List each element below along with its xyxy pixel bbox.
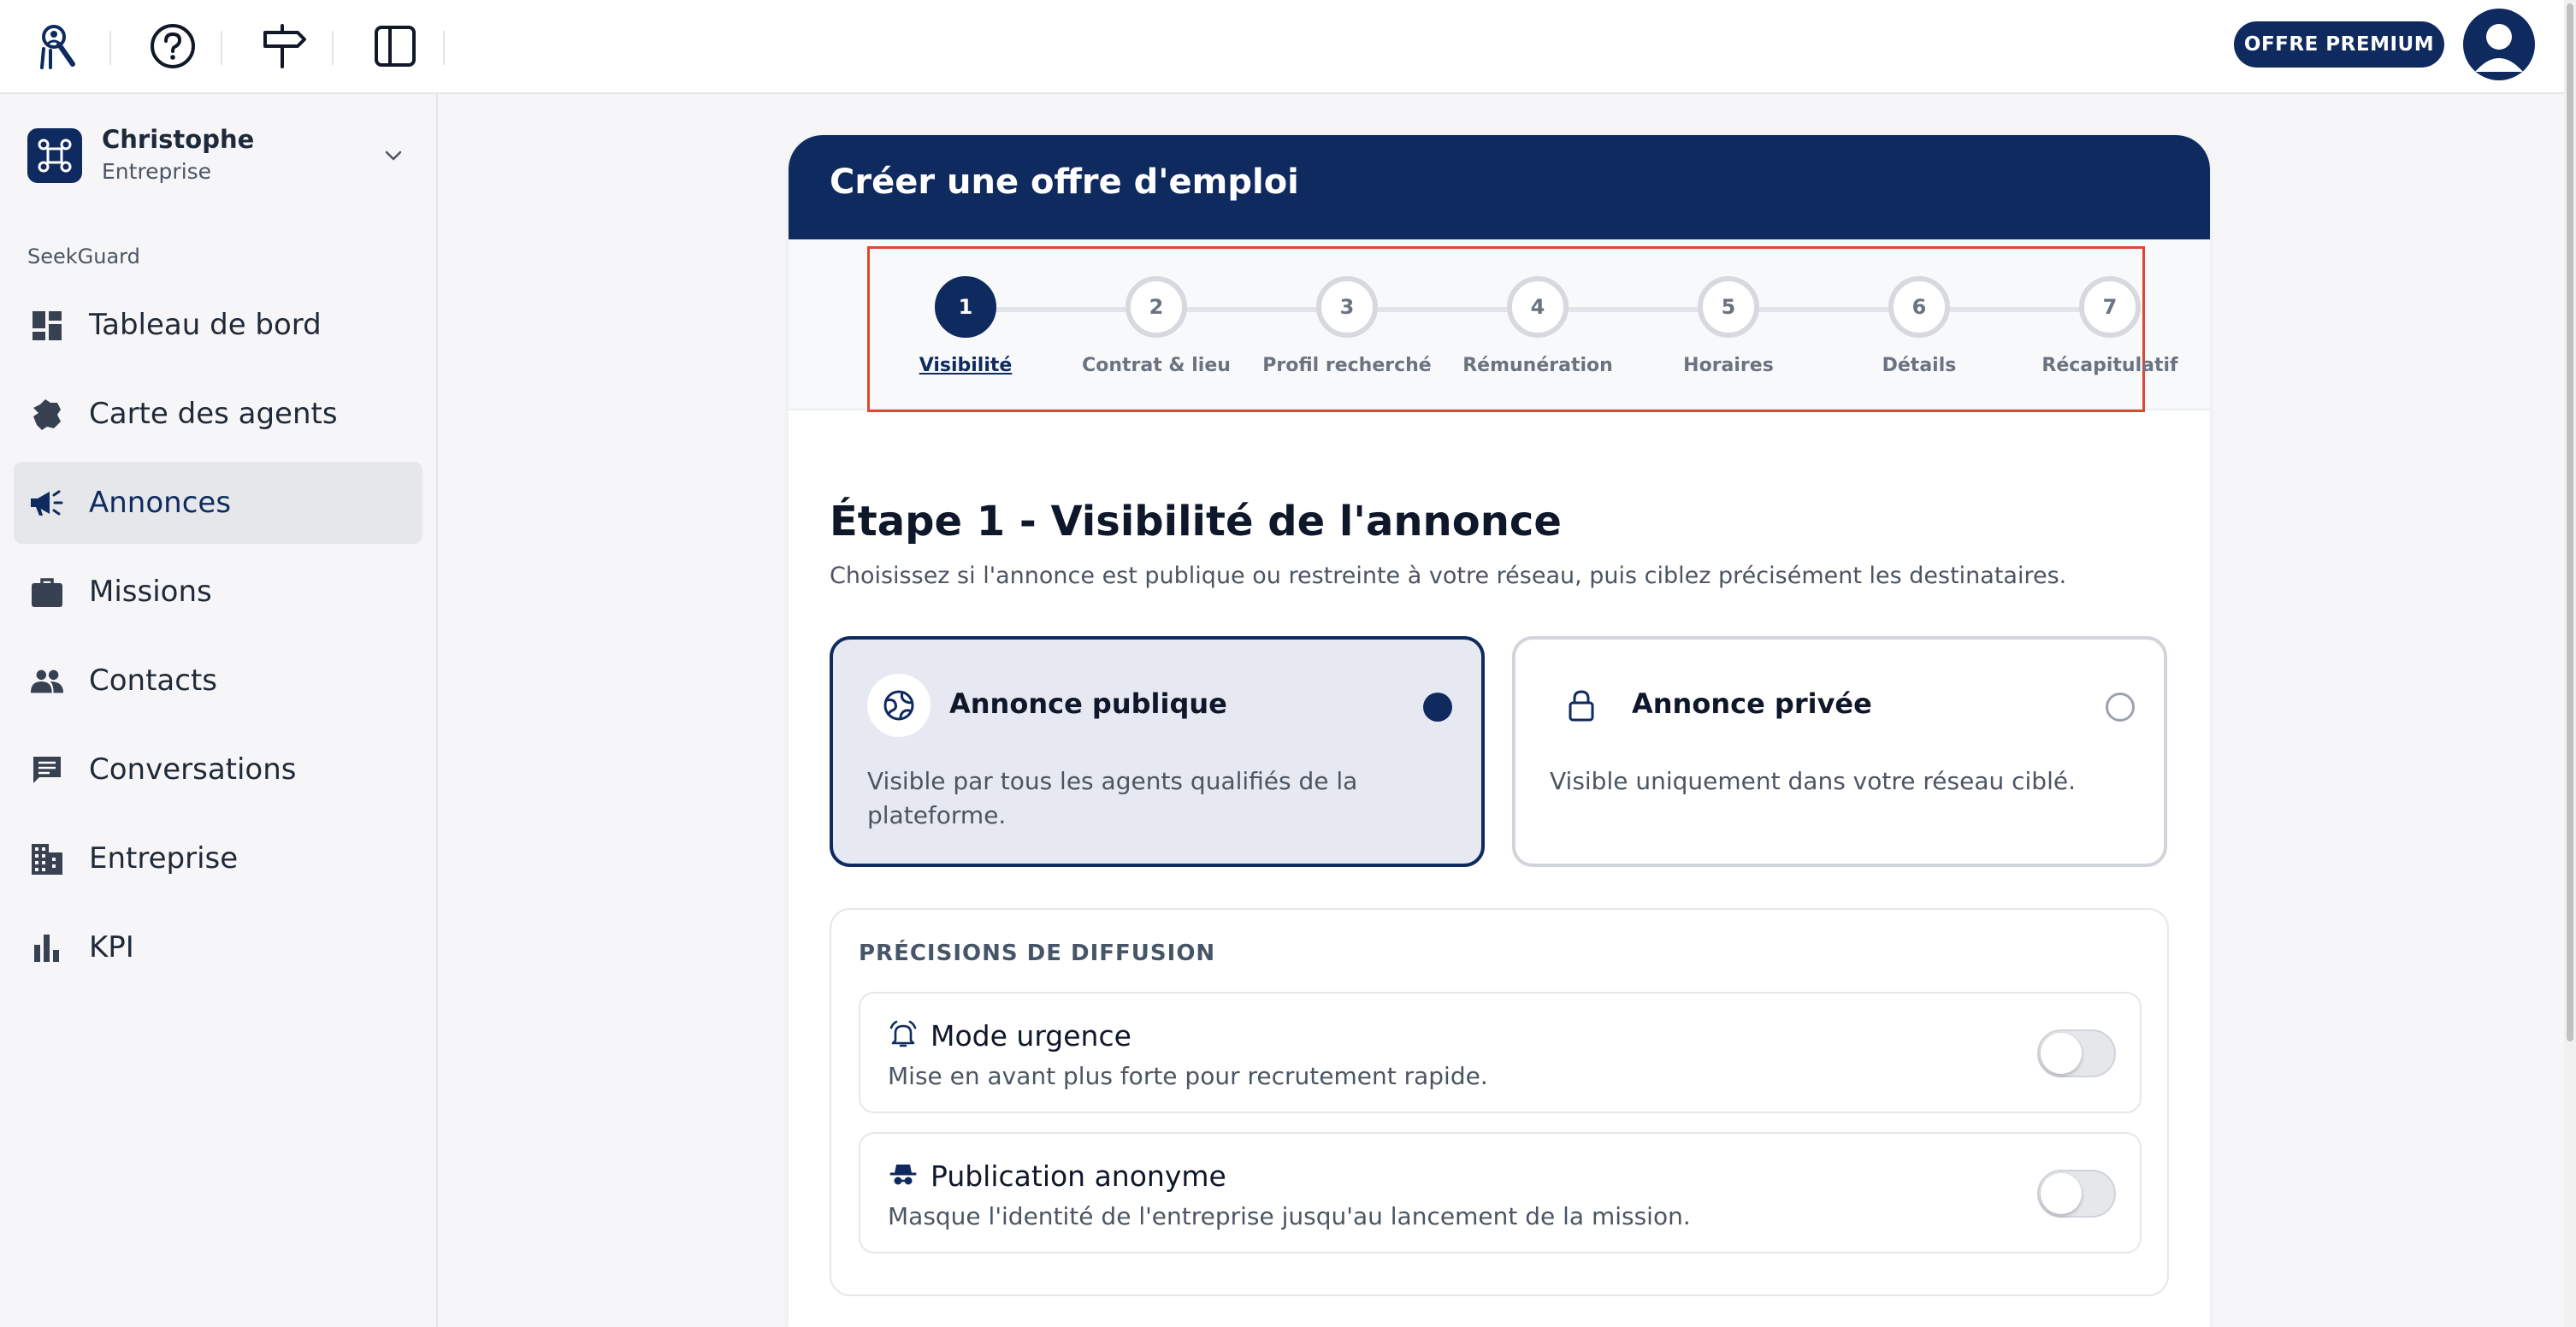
step-label: Contrat & lieu <box>1082 355 1231 376</box>
step-label: Détails <box>1882 355 1957 376</box>
anonymous-publication-setting: Publication anonyme Masque l'identité de… <box>859 1132 2142 1253</box>
step-title: Étape 1 - Visibilité de l'annonce <box>830 498 1562 546</box>
france-map-icon <box>29 397 65 433</box>
step-number: 7 <box>2079 276 2141 338</box>
urgent-mode-setting: Mode urgence Mise en avant plus forte po… <box>859 992 2142 1113</box>
step-details[interactable]: 6 Détails <box>1823 249 2015 411</box>
sidebar-item-label: Missions <box>89 575 212 609</box>
step-number: 5 <box>1698 276 1759 338</box>
step-compensation[interactable]: 4 Rémunération <box>1442 249 1634 411</box>
job-offer-form: Créer une offre d'emploi 1 Visibilité 2 … <box>789 135 2210 1327</box>
step-label: Profil recherché <box>1262 355 1432 376</box>
sidebar-toggle-icon[interactable] <box>364 15 426 77</box>
urgent-mode-toggle[interactable] <box>2037 1029 2116 1077</box>
sidebar-item-company[interactable]: Entreprise <box>14 817 422 899</box>
building-icon <box>29 841 65 877</box>
toolbar-separator <box>221 31 222 65</box>
sidebar-item-conversations[interactable]: Conversations <box>14 728 422 811</box>
step-contract-location[interactable]: 2 Contrat & lieu <box>1061 249 1252 411</box>
setting-title: Publication anonyme <box>931 1159 1226 1193</box>
step-visibility[interactable]: 1 Visibilité <box>870 249 1061 411</box>
setting-description: Masque l'identité de l'entreprise jusqu'… <box>888 1202 1691 1230</box>
agent-logo-icon[interactable] <box>31 15 92 77</box>
step-label: Horaires <box>1683 355 1774 376</box>
lock-icon <box>1550 674 1613 737</box>
anonymous-publication-toggle[interactable] <box>2037 1170 2116 1218</box>
alarm-bell-icon <box>888 1019 919 1050</box>
toolbar-separator <box>443 31 445 65</box>
globe-icon <box>867 674 931 737</box>
people-icon <box>29 664 65 699</box>
radio-unselected[interactable] <box>2106 693 2135 722</box>
step-number: 4 <box>1507 276 1569 338</box>
toggle-knob <box>2041 1033 2082 1074</box>
account-name: Christophe <box>102 125 255 154</box>
sidebar-item-kpi[interactable]: KPI <box>14 906 422 988</box>
page-scrollbar[interactable] <box>2564 0 2576 1327</box>
stepper-highlight: 1 Visibilité 2 Contrat & lieu 3 Profil r… <box>867 246 2178 412</box>
toolbar-separator <box>332 31 334 65</box>
sidebar-item-label: Annonces <box>89 486 232 520</box>
toolbar-separator <box>109 31 111 65</box>
step-number: 3 <box>1316 276 1378 338</box>
step-description: Choisissez si l'annonce est publique ou … <box>830 563 2067 589</box>
account-type: Entreprise <box>102 159 212 184</box>
top-bar: OFFRE PREMIUM <box>0 0 2576 94</box>
option-description: Visible par tous les agents qualifiés de… <box>867 767 1358 829</box>
setting-title: Mode urgence <box>931 1019 1131 1053</box>
section-title: PRÉCISIONS DE DIFFUSION <box>859 941 1216 966</box>
option-title: Annonce privée <box>1632 687 1872 720</box>
page-title: Créer une offre d'emploi <box>830 162 1299 202</box>
option-title: Annonce publique <box>949 687 1227 720</box>
step-number: 2 <box>1126 276 1187 338</box>
public-announcement-option[interactable]: Annonce publique Visible par tous les ag… <box>830 636 1485 867</box>
sidebar-item-announcements[interactable]: Annonces <box>14 462 422 544</box>
step-label: Rémunération <box>1462 355 1613 376</box>
megaphone-icon <box>29 486 65 522</box>
step-summary[interactable]: 7 Récapitulatif <box>2014 249 2206 411</box>
sidebar-item-label: KPI <box>89 930 134 964</box>
sidebar-item-contacts[interactable]: Contacts <box>14 640 422 722</box>
sidebar: Christophe Entreprise SeekGuard Tableau … <box>0 94 438 1327</box>
sidebar-item-missions[interactable]: Missions <box>14 551 422 633</box>
account-switcher[interactable]: Christophe Entreprise <box>14 113 424 198</box>
sidebar-item-label: Contacts <box>89 664 217 698</box>
premium-offer-button[interactable]: OFFRE PREMIUM <box>2234 21 2444 68</box>
chevron-down-icon <box>383 145 404 166</box>
chat-icon <box>29 752 65 788</box>
step-schedule[interactable]: 5 Horaires <box>1633 249 1824 411</box>
setting-description: Mise en avant plus forte pour recrutemen… <box>888 1062 1488 1090</box>
sidebar-item-label: Conversations <box>89 752 297 787</box>
sidebar-item-label: Entreprise <box>89 841 239 876</box>
sidebar-item-label: Tableau de bord <box>89 308 322 342</box>
stepper: 1 Visibilité 2 Contrat & lieu 3 Profil r… <box>789 239 2210 412</box>
sidebar-item-label: Carte des agents <box>89 397 338 431</box>
private-announcement-option[interactable]: Annonce privée Visible uniquement dans v… <box>1512 636 2167 867</box>
incognito-icon <box>888 1159 919 1190</box>
section-label: SeekGuard <box>27 245 140 268</box>
help-icon[interactable] <box>142 15 204 77</box>
sidebar-item-dashboard[interactable]: Tableau de bord <box>14 284 422 366</box>
form-header: Créer une offre d'emploi <box>789 135 2210 239</box>
option-description: Visible uniquement dans votre réseau cib… <box>1550 767 2076 795</box>
sidebar-item-agents-map[interactable]: Carte des agents <box>14 373 422 455</box>
bar-chart-icon <box>29 930 65 966</box>
toggle-knob <box>2041 1173 2082 1214</box>
dashboard-icon <box>29 308 65 344</box>
step-profile[interactable]: 3 Profil recherché <box>1251 249 1443 411</box>
step-number: 6 <box>1888 276 1950 338</box>
briefcase-icon <box>29 575 65 610</box>
command-logo-icon <box>27 128 82 183</box>
step-label: Visibilité <box>919 355 1013 376</box>
avatar[interactable] <box>2463 9 2535 80</box>
step-number: 1 <box>935 276 996 338</box>
radio-selected[interactable] <box>1423 693 1452 722</box>
step-label: Récapitulatif <box>2041 355 2178 376</box>
signpost-icon[interactable] <box>253 15 315 77</box>
scroll-thumb[interactable] <box>2567 3 2573 1041</box>
diffusion-settings: PRÉCISIONS DE DIFFUSION Mode urgence Mis… <box>830 908 2169 1296</box>
